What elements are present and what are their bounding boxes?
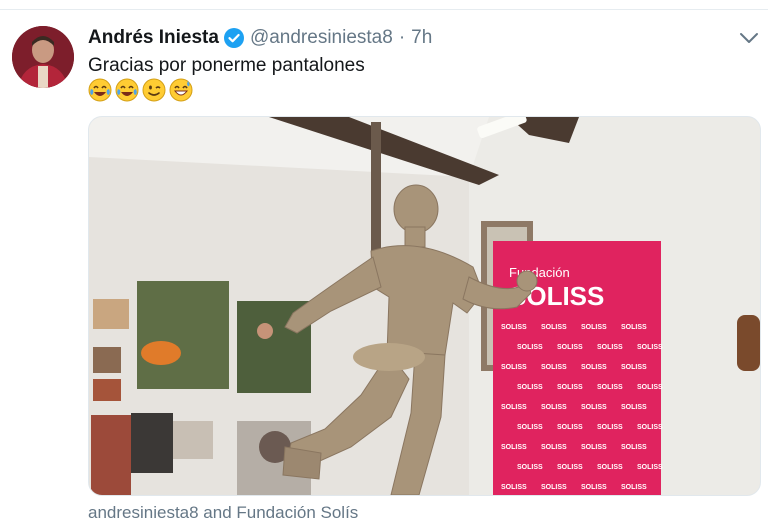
banner-logo-text: SOLISS (621, 324, 647, 331)
tears-of-joy-emoji-icon (88, 78, 112, 102)
author-handle[interactable]: @andresiniesta8 (250, 27, 393, 49)
banner-logo-text: SOLISS (581, 364, 607, 371)
banner-logo-text: SOLISS (557, 424, 583, 431)
tweet-header: Andrés Iniesta @andresiniesta8 · 7h (88, 26, 432, 50)
banner-logo-text: SOLISS (557, 344, 583, 351)
banner-logo-text: SOLISS (517, 384, 543, 391)
banner-logo-text: SOLISS (501, 404, 527, 411)
tweet-media-photo[interactable]: Fundación SOLISS SOLISS SOLISS SOLISS SOLIS… (88, 116, 761, 496)
banner-logo-text: SOLISS (501, 364, 527, 371)
banner-logo-text: SOLISS (637, 424, 663, 431)
banner-logo-text: SOLISS (517, 344, 543, 351)
banner-logo-text: SOLISS (541, 324, 567, 331)
tweet-timestamp[interactable]: 7h (411, 27, 432, 49)
avatar[interactable] (12, 26, 74, 88)
verified-badge-icon (223, 28, 244, 48)
banner-logo-text: SOLISS (637, 344, 663, 351)
tears-of-joy-emoji-icon (115, 78, 139, 102)
banner-logo-text: SOLISS (501, 484, 527, 491)
chevron-down-icon[interactable] (738, 30, 760, 46)
tweet-emojis (88, 78, 193, 102)
banner-logo-text: SOLISS (621, 484, 647, 491)
banner-logo-text: SOLISS (621, 404, 647, 411)
grinning-sweat-emoji-icon (169, 78, 193, 102)
banner-logo-text: SOLISS (557, 464, 583, 471)
banner-logo-text: SOLISS (541, 484, 567, 491)
banner-logo-text: SOLISS (597, 344, 623, 351)
banner-logo-text: SOLISS (541, 444, 567, 451)
banner-logo-text: SOLISS (541, 404, 567, 411)
banner-logo-text: SOLISS (621, 444, 647, 451)
timeline-divider (0, 9, 768, 10)
banner-logo-text: SOLISS (637, 384, 663, 391)
banner-logo-text: SOLISS (501, 324, 527, 331)
banner-logo-text: SOLISS (517, 424, 543, 431)
author-name[interactable]: Andrés Iniesta (88, 27, 219, 49)
banner-logo-text: SOLISS (597, 464, 623, 471)
tweet-text: Gracias por ponerme pantalones (88, 55, 365, 76)
banner-logo-text: SOLISS (501, 444, 527, 451)
media-tags[interactable]: andresiniesta8 and Fundación Solís (88, 503, 358, 523)
separator-dot: · (398, 27, 406, 48)
banner-logo-text: SOLISS (597, 384, 623, 391)
banner-logo-text: SOLISS (581, 444, 607, 451)
banner-logo-text: SOLISS (581, 484, 607, 491)
banner-logo-text: SOLISS (637, 464, 663, 471)
banner-logo-text: SOLISS (581, 324, 607, 331)
banner-logo-text: SOLISS (517, 464, 543, 471)
banner-logo-text: SOLISS (581, 404, 607, 411)
banner-logo-text: SOLISS (541, 364, 567, 371)
banner-logo-text: SOLISS (557, 384, 583, 391)
banner-logo-text: SOLISS (597, 424, 623, 431)
banner-logo-text: SOLISS (621, 364, 647, 371)
winking-face-emoji-icon (142, 78, 166, 102)
